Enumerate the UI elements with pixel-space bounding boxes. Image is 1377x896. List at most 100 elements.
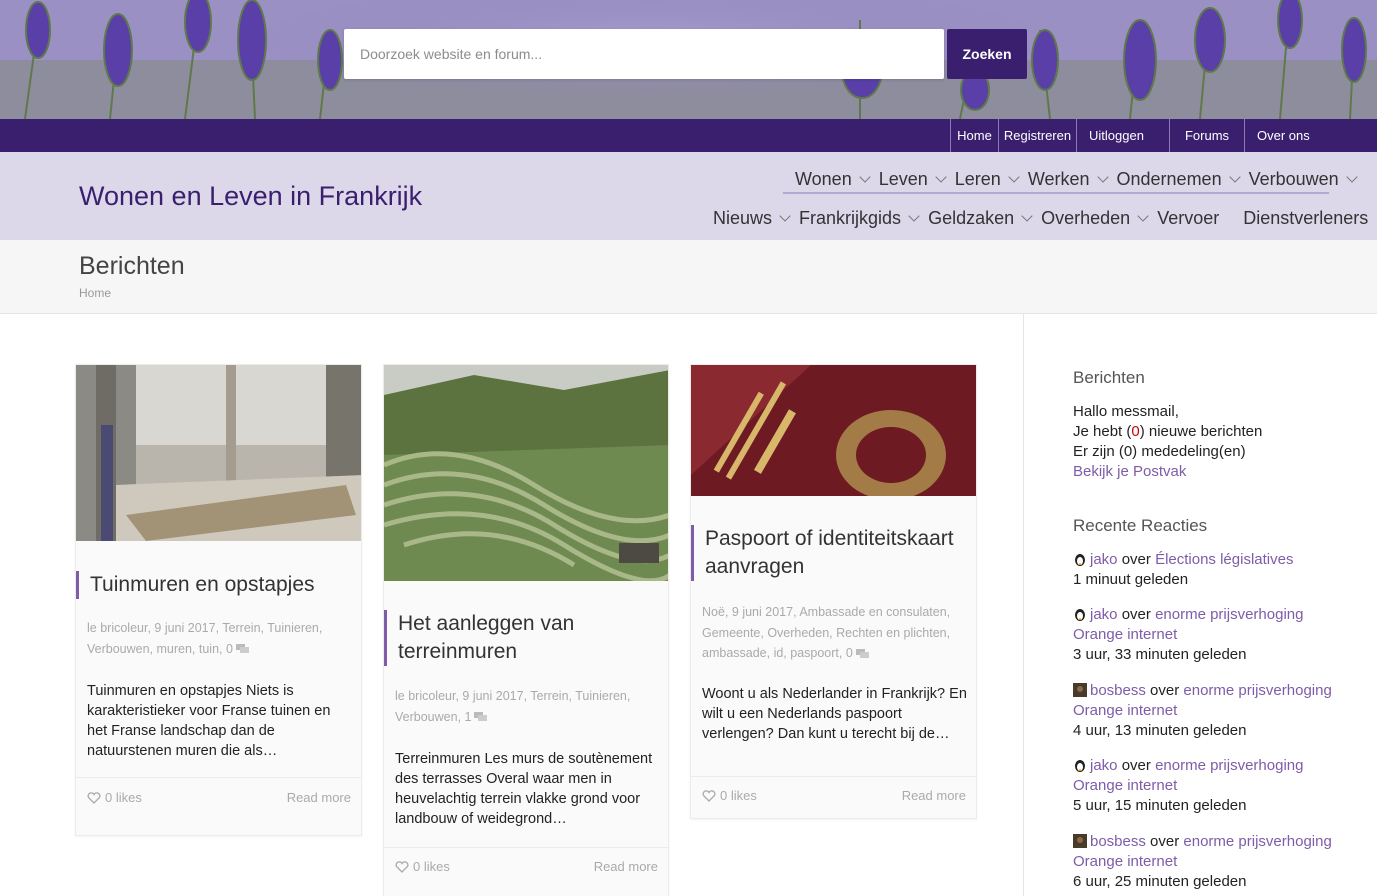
- new-messages-suffix: ) nieuwe berichten: [1139, 423, 1263, 440]
- over-text: over: [1150, 833, 1180, 850]
- search-input[interactable]: [344, 29, 944, 79]
- post-comment-count[interactable]: 1: [465, 710, 472, 724]
- nav-item-label: Werken: [1027, 168, 1090, 189]
- post-title[interactable]: Het aanleggen van terreinmuren: [384, 610, 644, 666]
- nav-item-verbouwen[interactable]: Verbouwen: [1249, 169, 1360, 190]
- topnav-register-link[interactable]: Registreren: [998, 119, 1076, 152]
- post-author-link[interactable]: Noë: [702, 605, 725, 619]
- likes-count: 0 likes: [105, 790, 142, 805]
- topnav-home-link[interactable]: Home: [950, 119, 998, 152]
- greeting-text: Hallo messmail,: [1073, 403, 1179, 420]
- nav-item-label: Vervoer: [1157, 207, 1220, 228]
- post-title[interactable]: Tuinmuren en opstapjes: [76, 571, 363, 599]
- new-messages-text: Je hebt (0) nieuwe berichten: [1073, 422, 1343, 442]
- nav-item-ondernemen[interactable]: Ondernemen: [1117, 169, 1243, 190]
- top-nav: Home Registreren Uitloggen Forums Over o…: [950, 119, 1377, 152]
- over-text: over: [1121, 757, 1151, 774]
- topnav-logout-link[interactable]: Uitloggen: [1076, 119, 1169, 152]
- over-text: over: [1121, 551, 1151, 568]
- post-excerpt: Woont u als Nederlander in Frankrijk? En…: [702, 686, 967, 742]
- comments-icon: [235, 644, 249, 654]
- post-date-link[interactable]: 9 juni 2017: [732, 605, 793, 619]
- nav-item-label: Nieuws: [713, 207, 773, 228]
- read-more-link[interactable]: Read more: [902, 788, 966, 803]
- comments-icon: [474, 712, 488, 722]
- post-footer: 0 likes Read more: [691, 776, 976, 818]
- recent-comment-item: bosbess over enorme prijsverhoging Orang…: [1073, 832, 1338, 892]
- nav-item-leven[interactable]: Leven: [879, 169, 949, 190]
- nav-item-label: Dienstverleners: [1243, 207, 1369, 228]
- chevron-down-icon: [1096, 170, 1109, 183]
- post-comment-count[interactable]: 0: [226, 642, 233, 656]
- post-date-link[interactable]: 9 juni 2017: [154, 621, 215, 635]
- comment-user-link[interactable]: jako: [1090, 606, 1118, 623]
- penguin-icon: [1075, 609, 1085, 621]
- inbox-link[interactable]: Bekijk je Postvak: [1073, 462, 1343, 482]
- post-date-link[interactable]: 9 juni 2017: [462, 689, 523, 703]
- nav-item-vervoer[interactable]: Vervoer: [1157, 208, 1219, 229]
- nav-item-dienstverleners[interactable]: Dienstverleners: [1243, 208, 1368, 229]
- photo-avatar-icon: [1073, 834, 1087, 848]
- rice-terraces-photo: [384, 365, 668, 581]
- post-author-link[interactable]: le bricoleur: [395, 689, 455, 703]
- post-image[interactable]: [384, 365, 668, 581]
- post-excerpt: Tuinmuren en opstapjes Niets is karakter…: [87, 683, 331, 759]
- post-excerpt: Terreinmuren Les murs de soutènement des…: [395, 751, 653, 827]
- post-image[interactable]: [76, 365, 361, 541]
- sidebar-messages-widget: Hallo messmail, Je hebt (0) nieuwe beric…: [1073, 402, 1343, 482]
- post-meta: le bricoleur, 9 juni 2017, Terrein, Tuin…: [395, 689, 631, 724]
- post-author-link[interactable]: le bricoleur: [87, 621, 147, 635]
- nav-item-label: Overheden: [1041, 207, 1131, 228]
- like-button[interactable]: 0 likes: [395, 859, 450, 874]
- heart-icon: [87, 791, 101, 804]
- post-card: Het aanleggen van terreinmuren le bricol…: [383, 364, 669, 896]
- nav-item-werken[interactable]: Werken: [1028, 169, 1111, 190]
- comment-user-link[interactable]: jako: [1090, 551, 1118, 568]
- nav-item-nieuws[interactable]: Nieuws: [713, 208, 793, 229]
- nav-item-leren[interactable]: Leren: [955, 169, 1022, 190]
- chevron-down-icon: [779, 209, 791, 222]
- sidebar-recent-comments-heading: Recente Reacties: [1073, 516, 1208, 535]
- new-messages-prefix: Je hebt (: [1073, 423, 1132, 440]
- chevron-down-icon: [1346, 170, 1358, 183]
- nav-item-wonen[interactable]: Wonen: [795, 169, 873, 190]
- recent-comment-item: jako over Élections législatives 1 minuu…: [1073, 550, 1338, 590]
- main-nav-secondary: Nieuws Frankrijkgids Geldzaken Overheden…: [701, 206, 1368, 230]
- comments-icon: [855, 648, 869, 658]
- post-comment-count[interactable]: 0: [846, 646, 853, 660]
- post-card: Paspoort of identiteitskaart aanvragen N…: [690, 364, 977, 819]
- chevron-down-icon: [935, 170, 947, 183]
- topnav-about-link[interactable]: Over ons: [1244, 119, 1377, 152]
- site-title[interactable]: Wonen en Leven in Frankrijk: [79, 181, 422, 212]
- like-button[interactable]: 0 likes: [87, 790, 142, 805]
- search-button[interactable]: Zoeken: [947, 29, 1027, 79]
- read-more-link[interactable]: Read more: [594, 859, 658, 874]
- chevron-down-icon: [859, 170, 871, 183]
- comment-user-link[interactable]: bosbess: [1090, 833, 1146, 850]
- comment-user-link[interactable]: jako: [1090, 757, 1118, 774]
- top-bar: Home Registreren Uitloggen Forums Over o…: [0, 119, 1377, 152]
- post-image[interactable]: [691, 365, 976, 496]
- post-title[interactable]: Paspoort of identiteitskaart aanvragen: [691, 525, 963, 581]
- nav-item-geldzaken[interactable]: Geldzaken: [928, 208, 1035, 229]
- comment-time: 3 uur, 33 minuten geleden: [1073, 646, 1247, 663]
- new-messages-count: 0: [1131, 423, 1140, 440]
- nav-item-label: Verbouwen: [1248, 168, 1339, 189]
- like-button[interactable]: 0 likes: [702, 788, 757, 803]
- nav-item-overheden[interactable]: Overheden: [1041, 208, 1151, 229]
- comment-post-link[interactable]: Élections législatives: [1155, 551, 1293, 568]
- post-card: Tuinmuren en opstapjes le bricoleur, 9 j…: [75, 364, 362, 836]
- comment-user-link[interactable]: bosbess: [1090, 682, 1146, 699]
- recent-comment-item: jako over enorme prijsverhoging Orange i…: [1073, 605, 1338, 665]
- search-box: [344, 29, 944, 79]
- nav-item-label: Frankrijkgids: [799, 207, 902, 228]
- read-more-link[interactable]: Read more: [287, 790, 351, 805]
- garden-wall-photo: [76, 365, 361, 541]
- nav-item-frankrijkgids[interactable]: Frankrijkgids: [799, 208, 922, 229]
- recent-comment-item: bosbess over enorme prijsverhoging Orang…: [1073, 681, 1338, 741]
- page-title-band: Berichten Home: [0, 240, 1377, 314]
- breadcrumb-home-link[interactable]: Home: [79, 286, 111, 300]
- comment-time: 5 uur, 15 minuten geleden: [1073, 797, 1247, 814]
- content-divider: [1023, 314, 1024, 896]
- topnav-forums-link[interactable]: Forums: [1169, 119, 1244, 152]
